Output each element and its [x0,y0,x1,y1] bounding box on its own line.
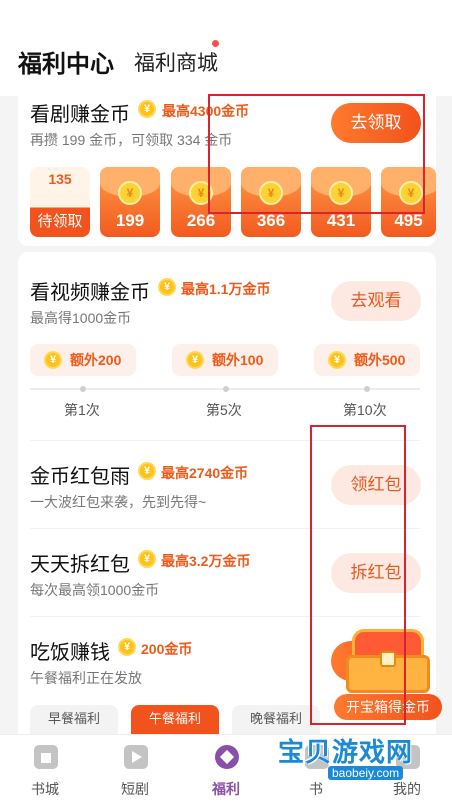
progress-tick [80,386,86,392]
video-task-reward: 最高1.1万金币 [181,281,271,297]
meal-task-title: 吃饭赚钱 [30,642,110,664]
coin-icon: ¥ [138,100,156,118]
coin-icon: ¥ [118,181,142,205]
tab-welfare-mall[interactable]: 福利商城 [134,47,218,77]
rain-task-subtitle: 一大波红包来袭，先到先得~ [30,494,207,510]
rain-task-title: 金币红包雨 [30,466,130,488]
envelope-amount: 135 [48,171,72,187]
envelope-label: 495 [394,211,423,230]
rain-task-reward: 最高2740金币 [161,465,249,481]
coin-icon: ¥ [118,638,136,656]
envelope-label: 待领取 [37,213,83,230]
meal-task-reward: 200金币 [141,641,193,657]
meal-task-subtitle: 午餐福利正在发放 [30,670,142,686]
page-title: 福利中心 [18,51,114,78]
step-label: 第10次 [343,402,387,418]
envelope-label: 199 [115,211,145,230]
annotation-box [310,425,406,725]
bonus-pill-10: ¥ 额外500 [314,344,420,376]
welfare-icon [215,745,239,769]
drama-task-subtitle: 再攒 199 金币，可领取 334 金币 [30,132,233,148]
coin-icon: ¥ [158,278,176,296]
envelope-label: 431 [326,211,356,230]
tab-welfare[interactable]: 福利 [181,735,271,804]
watermark-url: baobeiy.com [328,766,404,780]
coin-icon: ¥ [138,462,156,480]
tab-label: 短剧 [121,781,149,797]
envelope-label: 366 [256,211,286,230]
watermark-logo: 宝贝游戏网 baobeiy.com [270,730,450,792]
video-task-subtitle: 最高得1000金币 [30,310,132,326]
bonus-pill-5: ¥ 额外100 [172,344,278,376]
tab-label: 福利 [212,781,240,797]
progress-tick [364,386,370,392]
coin-icon: ¥ [44,351,62,369]
bonus-pill-1: ¥ 额外200 [30,344,136,376]
tab-bookstore[interactable]: 书城 [0,735,90,804]
watch-button[interactable]: 去观看 [331,281,421,321]
envelope-label: 266 [186,211,216,230]
coin-icon: ¥ [328,351,346,369]
coin-icon: ¥ [186,351,204,369]
daily-task-subtitle: 每次最高领1000金币 [30,582,160,598]
bonus-label: 额外100 [212,352,264,368]
play-icon [124,745,148,769]
coin-icon: ¥ [138,550,156,568]
progress-tick [223,386,229,392]
header: 福利中心 福利商城 [0,0,452,96]
bonus-label: 额外200 [70,352,122,368]
tab-label: 书城 [31,781,59,797]
bonus-label: 额外500 [354,352,406,368]
home-icon [34,745,58,769]
watermark-text: 宝贝游戏网 [278,737,414,767]
envelope-pending[interactable]: 135 待领取 [30,167,90,237]
daily-task-reward: 最高3.2万金币 [161,553,251,569]
step-label: 第1次 [64,402,100,418]
daily-task-title: 天天拆红包 [30,554,130,576]
envelope-199[interactable]: ¥ 199 [100,167,160,237]
drama-task-title: 看剧赚金币 [30,104,130,126]
notification-dot [212,40,219,47]
video-task-title: 看视频赚金币 [30,282,150,304]
step-label: 第5次 [206,402,242,418]
tab-short-drama[interactable]: 短剧 [90,735,180,804]
annotation-box [208,94,425,214]
